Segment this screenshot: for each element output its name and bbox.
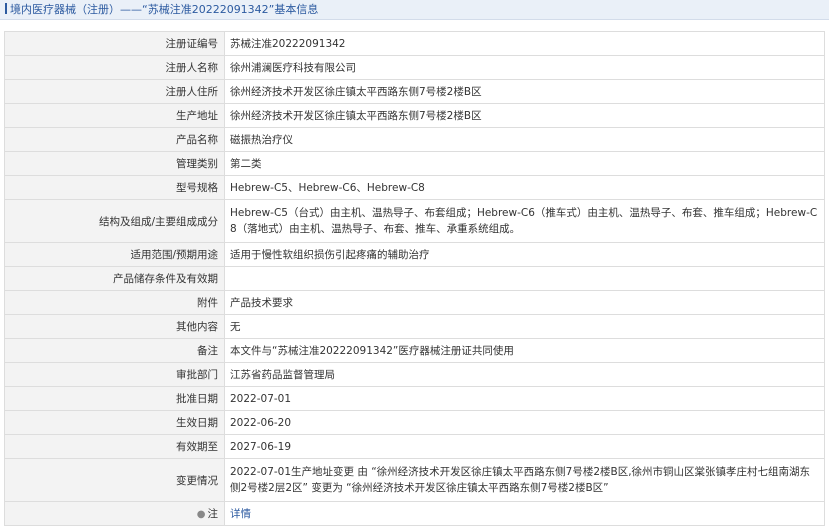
row-value: 适用于慢性软组织损伤引起疼痛的辅助治疗: [224, 242, 825, 267]
table-row: 有效期至 2027-06-19: [4, 434, 825, 459]
table-row: 产品储存条件及有效期: [4, 266, 825, 291]
row-label: 结构及组成/主要组成成分: [4, 199, 225, 243]
table-row: 注册人住所 徐州经济技术开发区徐庄镇太平西路东侧7号楼2楼B区: [4, 79, 825, 104]
row-label: 管理类别: [4, 151, 225, 176]
table-row: 其他内容无: [4, 314, 825, 339]
row-value: 2022-07-01: [224, 386, 825, 411]
table-row: 注册证编号 苏械注准20222091342: [4, 31, 825, 56]
row-label: 其他内容: [4, 314, 225, 339]
details-link[interactable]: 详情: [230, 508, 251, 520]
info-table: 注册证编号 苏械注准20222091342 注册人名称 徐州浦澜医疗科技有限公司 注册人…: [4, 31, 825, 526]
row-value: 本文件与“苏械注准20222091342”医疗器械注册证共同使用: [224, 338, 825, 363]
row-label: 变更情况: [4, 458, 225, 502]
row-label: 适用范围/预期用途: [4, 242, 225, 267]
row-value: Hebrew-C5、Hebrew-C6、Hebrew-C8: [224, 175, 825, 200]
row-value: [224, 266, 825, 291]
row-label: 注册人名称: [4, 55, 225, 80]
row-label: 有效期至: [4, 434, 225, 459]
note-value-cell: 详情: [224, 501, 825, 526]
table-row: 备注 本文件与“苏械注准20222091342”医疗器械注册证共同使用: [4, 338, 825, 363]
note-row: ● 注详情: [4, 501, 825, 526]
note-label: 注: [207, 508, 219, 520]
row-value: 徐州浦澜医疗科技有限公司: [224, 55, 825, 80]
row-label: 审批部门: [4, 362, 225, 387]
row-label: 批准日期: [4, 386, 225, 411]
page-header: 境内医疗器械（注册）——“苏械注准20222091342”基本信息: [0, 0, 829, 20]
row-value: 第二类: [224, 151, 825, 176]
note-label-cell: ● 注: [4, 501, 225, 526]
row-value: 无: [224, 314, 825, 339]
page-title: 境内医疗器械（注册）——“苏械注准20222091342”基本信息: [10, 3, 319, 16]
table-row: 注册人名称 徐州浦澜医疗科技有限公司: [4, 55, 825, 80]
row-value: 2022-06-20: [224, 410, 825, 435]
table-row: 审批部门 江苏省药品监督管理局: [4, 362, 825, 387]
row-value: 江苏省药品监督管理局: [224, 362, 825, 387]
row-value: 徐州经济技术开发区徐庄镇太平西路东侧7号楼2楼B区: [224, 103, 825, 128]
row-label: 注册证编号: [4, 31, 225, 56]
row-value: 徐州经济技术开发区徐庄镇太平西路东侧7号楼2楼B区: [224, 79, 825, 104]
row-value: Hebrew-C5（台式）由主机、温热导子、布套组成；Hebrew-C6（推车式…: [224, 199, 825, 243]
row-label: 生效日期: [4, 410, 225, 435]
row-label: 备注: [4, 338, 225, 363]
table-row: 型号规格 Hebrew-C5、Hebrew-C6、Hebrew-C8: [4, 175, 825, 200]
row-value: 2027-06-19: [224, 434, 825, 459]
row-label: 生产地址: [4, 103, 225, 128]
pin-icon: ●: [196, 509, 206, 520]
row-value: 产品技术要求: [224, 290, 825, 315]
table-row: 适用范围/预期用途 适用于慢性软组织损伤引起疼痛的辅助治疗: [4, 242, 825, 267]
table-row: 批准日期 2022-07-01: [4, 386, 825, 411]
table-row: 附件 产品技术要求: [4, 290, 825, 315]
table-row: 管理类别 第二类: [4, 151, 825, 176]
table-row: 生效日期 2022-06-20: [4, 410, 825, 435]
row-label: 产品储存条件及有效期: [4, 266, 225, 291]
row-label: 型号规格: [4, 175, 225, 200]
row-label: 注册人住所: [4, 79, 225, 104]
row-value: 磁振热治疗仪: [224, 127, 825, 152]
table-row: 生产地址 徐州经济技术开发区徐庄镇太平西路东侧7号楼2楼B区: [4, 103, 825, 128]
row-label: 附件: [4, 290, 225, 315]
row-value: 苏械注准20222091342: [224, 31, 825, 56]
header-accent-bar: [5, 3, 7, 14]
row-label: 产品名称: [4, 127, 225, 152]
table-row: 产品名称 磁振热治疗仪: [4, 127, 825, 152]
info-table-container: 注册证编号 苏械注准20222091342 注册人名称 徐州浦澜医疗科技有限公司 注册人…: [4, 31, 825, 526]
table-row: 结构及组成/主要组成成分 Hebrew-C5（台式）由主机、温热导子、布套组成；H…: [4, 199, 825, 243]
row-value: 2022-07-01生产地址变更 由 “徐州经济技术开发区徐庄镇太平西路东侧7号…: [224, 458, 825, 502]
table-row: 变更情况 2022-07-01生产地址变更 由 “徐州经济技术开发区徐庄镇太平西路…: [4, 458, 825, 502]
